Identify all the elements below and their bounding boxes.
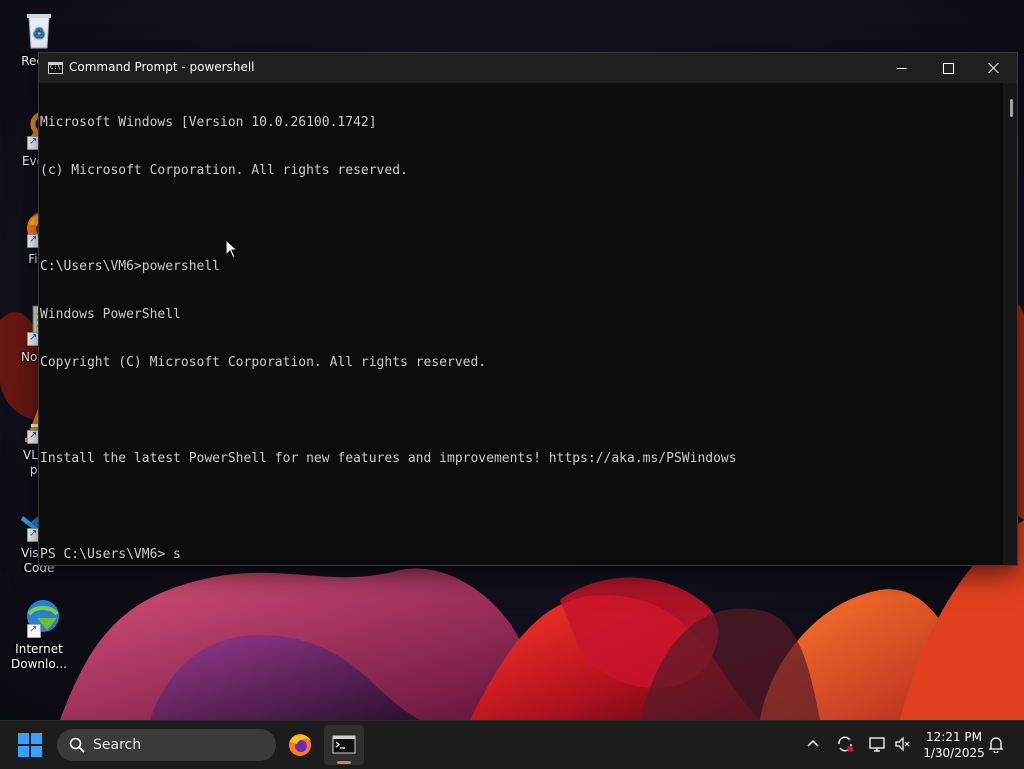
internet-download-manager-icon	[17, 596, 61, 640]
taskbar-app-firefox[interactable]	[280, 725, 320, 765]
console-line: Copyright (C) Microsoft Corporation. All…	[40, 355, 487, 370]
mouse-pointer-icon	[225, 239, 239, 259]
recycle-bin-icon: ♻	[17, 8, 61, 52]
taskbar-app-command-prompt[interactable]	[324, 725, 364, 765]
desktop-icon-internet-download-manager[interactable]: Internet Downlo...	[2, 596, 76, 672]
console-line: (c) Microsoft Corporation. All rights re…	[40, 163, 408, 178]
svg-text:♻: ♻	[33, 26, 46, 42]
bell-icon[interactable]	[988, 735, 1004, 753]
search-label: Search	[93, 737, 142, 753]
console-prompt-line[interactable]: PS C:\Users\VM6> s	[40, 547, 1003, 563]
windows-logo-icon	[18, 733, 42, 757]
shortcut-arrow-icon	[27, 622, 41, 638]
vertical-scrollbar[interactable]	[1003, 83, 1017, 565]
active-app-indicator	[337, 761, 351, 764]
close-icon	[988, 62, 1000, 74]
console-output[interactable]: Microsoft Windows [Version 10.0.26100.17…	[39, 83, 1003, 565]
minimize-button[interactable]	[879, 53, 925, 83]
scrollbar-thumb[interactable]	[1010, 99, 1013, 117]
taskbar: Search 12:21 PM 1/30/2025	[0, 720, 1024, 769]
clock-date: 1/30/2025	[923, 746, 985, 760]
console-line: Windows PowerShell	[40, 307, 181, 322]
sync-icon[interactable]	[836, 735, 854, 753]
volume-muted-icon[interactable]	[894, 735, 912, 753]
system-clock[interactable]: 12:21 PM 1/30/2025	[916, 729, 992, 761]
window-title: Command Prompt - powershell	[69, 60, 255, 74]
desktop-icon-label: Internet	[15, 642, 63, 656]
console-line: Microsoft Windows [Version 10.0.26100.17…	[40, 115, 377, 130]
close-button[interactable]	[971, 53, 1017, 83]
firefox-icon	[289, 734, 311, 756]
command-prompt-icon	[48, 62, 63, 74]
command-prompt-window[interactable]: Command Prompt - powershell Microsoft Wi…	[38, 52, 1018, 566]
clock-time: 12:21 PM	[926, 730, 982, 744]
terminal-icon	[332, 735, 356, 754]
taskbar-search-box[interactable]: Search	[57, 729, 276, 761]
network-icon[interactable]	[868, 735, 886, 753]
minimize-icon	[897, 67, 907, 69]
console-line: C:\Users\VM6>powershell	[40, 259, 221, 274]
start-button[interactable]	[14, 730, 46, 760]
maximize-icon	[942, 62, 954, 74]
chevron-up-icon[interactable]	[806, 735, 820, 753]
console-line: Install the latest PowerShell for new fe…	[40, 451, 737, 466]
desktop-icon-label: Downlo...	[11, 657, 67, 671]
search-icon	[69, 737, 85, 753]
maximize-button[interactable]	[925, 53, 971, 83]
window-titlebar[interactable]: Command Prompt - powershell	[39, 53, 1017, 83]
